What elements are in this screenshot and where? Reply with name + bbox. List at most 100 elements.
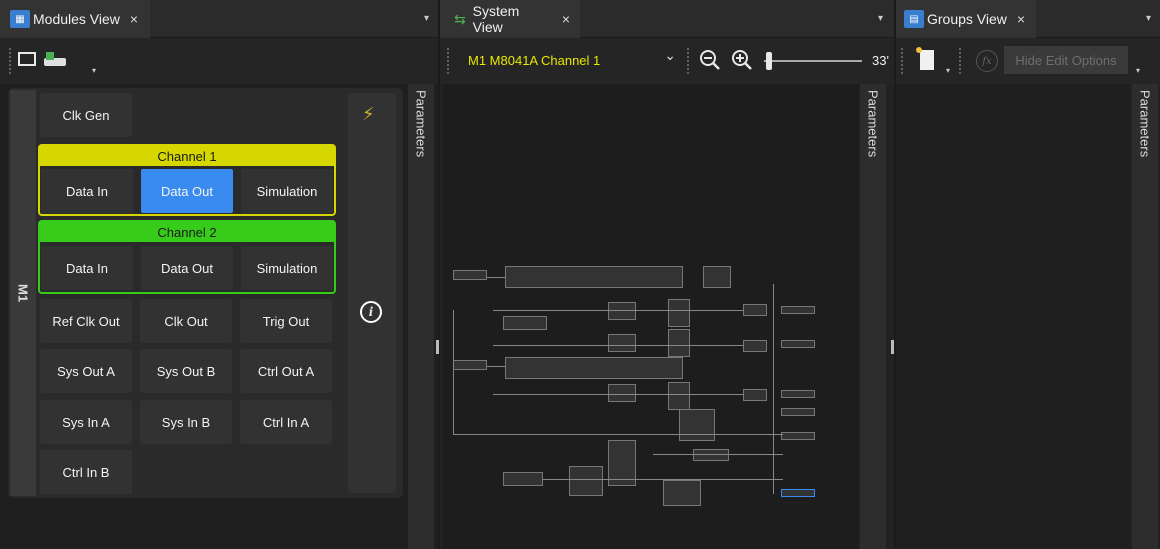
diagram-block[interactable] [743, 304, 767, 316]
sys-in-a-button[interactable]: Sys In A [40, 400, 132, 444]
diagram-block[interactable] [668, 382, 690, 410]
hide-edit-options-button[interactable]: Hide Edit Options [1004, 46, 1128, 74]
modules-view-tab[interactable]: ▦ Modules View × [0, 0, 150, 38]
diagram-block[interactable] [781, 306, 815, 314]
hide-edit-options-label: Hide Edit Options [1015, 52, 1117, 68]
sys-in-b-button[interactable]: Sys In B [140, 400, 232, 444]
zoom-out-icon[interactable] [698, 48, 722, 72]
diagram-block[interactable] [679, 409, 715, 441]
diagram-block[interactable] [453, 270, 487, 280]
ctrl-out-a-button[interactable]: Ctrl Out A [240, 349, 332, 393]
close-icon[interactable]: × [130, 11, 138, 27]
diagram-block[interactable] [703, 266, 731, 288]
diagram-block[interactable] [781, 408, 815, 416]
groups-view-tabbar: ▤ Groups View × ▾ [896, 0, 1160, 38]
module-tool-icon[interactable] [44, 52, 66, 68]
toolbar-overflow-icon[interactable]: ▾ [946, 66, 950, 75]
toolbar-overflow-icon[interactable]: ▾ [92, 66, 96, 75]
diagram-block[interactable] [608, 302, 636, 320]
modules-view-tabbar: ▦ Modules View × ▾ [0, 0, 438, 38]
toolbar-overflow-icon[interactable]: ▾ [1136, 66, 1140, 75]
info-icon-glyph: i [368, 305, 374, 319]
channel-selector[interactable]: M1 M8041A Channel 1 ⌄ [468, 47, 682, 73]
info-icon[interactable]: i [360, 301, 382, 323]
clk-gen-button[interactable]: Clk Gen [40, 93, 132, 137]
diagram-wire [543, 479, 783, 480]
sys-out-b-button[interactable]: Sys Out B [140, 349, 232, 393]
zoom-slider-handle[interactable] [766, 52, 772, 70]
channel-2-data-in-button[interactable]: Data In [41, 246, 133, 290]
diagram-block[interactable] [743, 389, 767, 401]
module-m1-label[interactable]: M1 [10, 90, 36, 496]
ctrl-in-a-button[interactable]: Ctrl In A [240, 400, 332, 444]
diagram-block[interactable] [693, 449, 729, 461]
groups-view-tab-label: Groups View [927, 11, 1007, 27]
diagram-wire [487, 277, 505, 278]
channel-selector-value: M1 M8041A Channel 1 [468, 52, 601, 68]
splitter-handle[interactable] [891, 340, 894, 354]
diagram-block[interactable] [569, 466, 603, 496]
diagram-block[interactable] [453, 360, 487, 370]
close-icon[interactable]: × [1017, 11, 1025, 27]
diagram-block[interactable] [743, 340, 767, 352]
channel-1-data-in-button[interactable]: Data In [41, 169, 133, 213]
toolbar-grip[interactable] [900, 47, 904, 75]
toolbar-grip[interactable] [446, 47, 450, 75]
diagram-block[interactable] [668, 329, 690, 357]
diagram-block[interactable] [505, 266, 683, 288]
chevron-down-icon: ⌄ [664, 47, 676, 63]
sparkle-icon [916, 47, 922, 53]
diagram-block[interactable] [608, 384, 636, 402]
diagram-wire [453, 310, 454, 434]
diagram-block[interactable] [663, 480, 701, 506]
system-diagram-canvas[interactable] [443, 84, 859, 549]
parameters-label: Parameters [865, 90, 881, 158]
ctrl-in-b-button[interactable]: Ctrl In B [40, 450, 132, 494]
trig-out-button[interactable]: Trig Out [240, 299, 332, 343]
clk-out-button[interactable]: Clk Out [140, 299, 232, 343]
diagram-block[interactable] [503, 472, 543, 486]
groups-parameters-tab[interactable]: Parameters [1132, 84, 1158, 549]
diagram-block[interactable] [668, 299, 690, 327]
splitter-handle[interactable] [436, 340, 439, 354]
ref-clk-out-button[interactable]: Ref Clk Out [40, 299, 132, 343]
zoom-slider-track[interactable] [764, 60, 862, 62]
diagram-block[interactable] [781, 340, 815, 348]
channel-2-data-out-button[interactable]: Data Out [141, 246, 233, 290]
fx-icon[interactable]: fx [976, 50, 998, 72]
toolbar-grip[interactable] [686, 47, 690, 75]
channel-2-header[interactable]: Channel 2 [40, 222, 334, 242]
diagram-block[interactable] [608, 334, 636, 352]
parameters-label: Parameters [1137, 90, 1153, 158]
plug-icon[interactable]: ⚡ [362, 104, 376, 128]
channel-1-header[interactable]: Channel 1 [40, 146, 334, 166]
tab-menu-dropdown-icon[interactable]: ▾ [878, 13, 883, 24]
diagram-block[interactable] [781, 432, 815, 440]
modules-view-icon: ▦ [10, 10, 30, 28]
system-view-tab-label: System View [472, 3, 520, 35]
toolbar-grip[interactable] [958, 47, 962, 75]
close-icon[interactable]: × [562, 11, 570, 27]
system-parameters-tab[interactable]: Parameters [860, 84, 886, 549]
diagram-block[interactable] [503, 316, 547, 330]
modules-parameters-tab[interactable]: Parameters [408, 84, 434, 549]
diagram-block[interactable] [781, 489, 815, 497]
zoom-in-icon[interactable] [730, 48, 754, 72]
channel-1-data-out-button[interactable]: Data Out [141, 169, 233, 213]
modules-view-tab-label: Modules View [33, 11, 120, 27]
new-document-icon[interactable] [920, 50, 934, 70]
tab-menu-dropdown-icon[interactable]: ▾ [424, 13, 429, 24]
fx-icon-label: fx [982, 55, 992, 67]
channel-2-simulation-button[interactable]: Simulation [241, 246, 333, 290]
select-mode-icon[interactable] [18, 52, 36, 66]
diagram-wire [653, 454, 783, 455]
channel-1-simulation-button[interactable]: Simulation [241, 169, 333, 213]
diagram-wire [453, 434, 783, 435]
diagram-block[interactable] [505, 357, 683, 379]
diagram-block[interactable] [781, 390, 815, 398]
groups-view-tab[interactable]: ▤ Groups View × [896, 0, 1036, 38]
toolbar-grip[interactable] [8, 47, 12, 75]
system-view-tab[interactable]: ⇆ System View × [440, 0, 580, 38]
sys-out-a-button[interactable]: Sys Out A [40, 349, 132, 393]
tab-menu-dropdown-icon[interactable]: ▾ [1146, 13, 1151, 24]
